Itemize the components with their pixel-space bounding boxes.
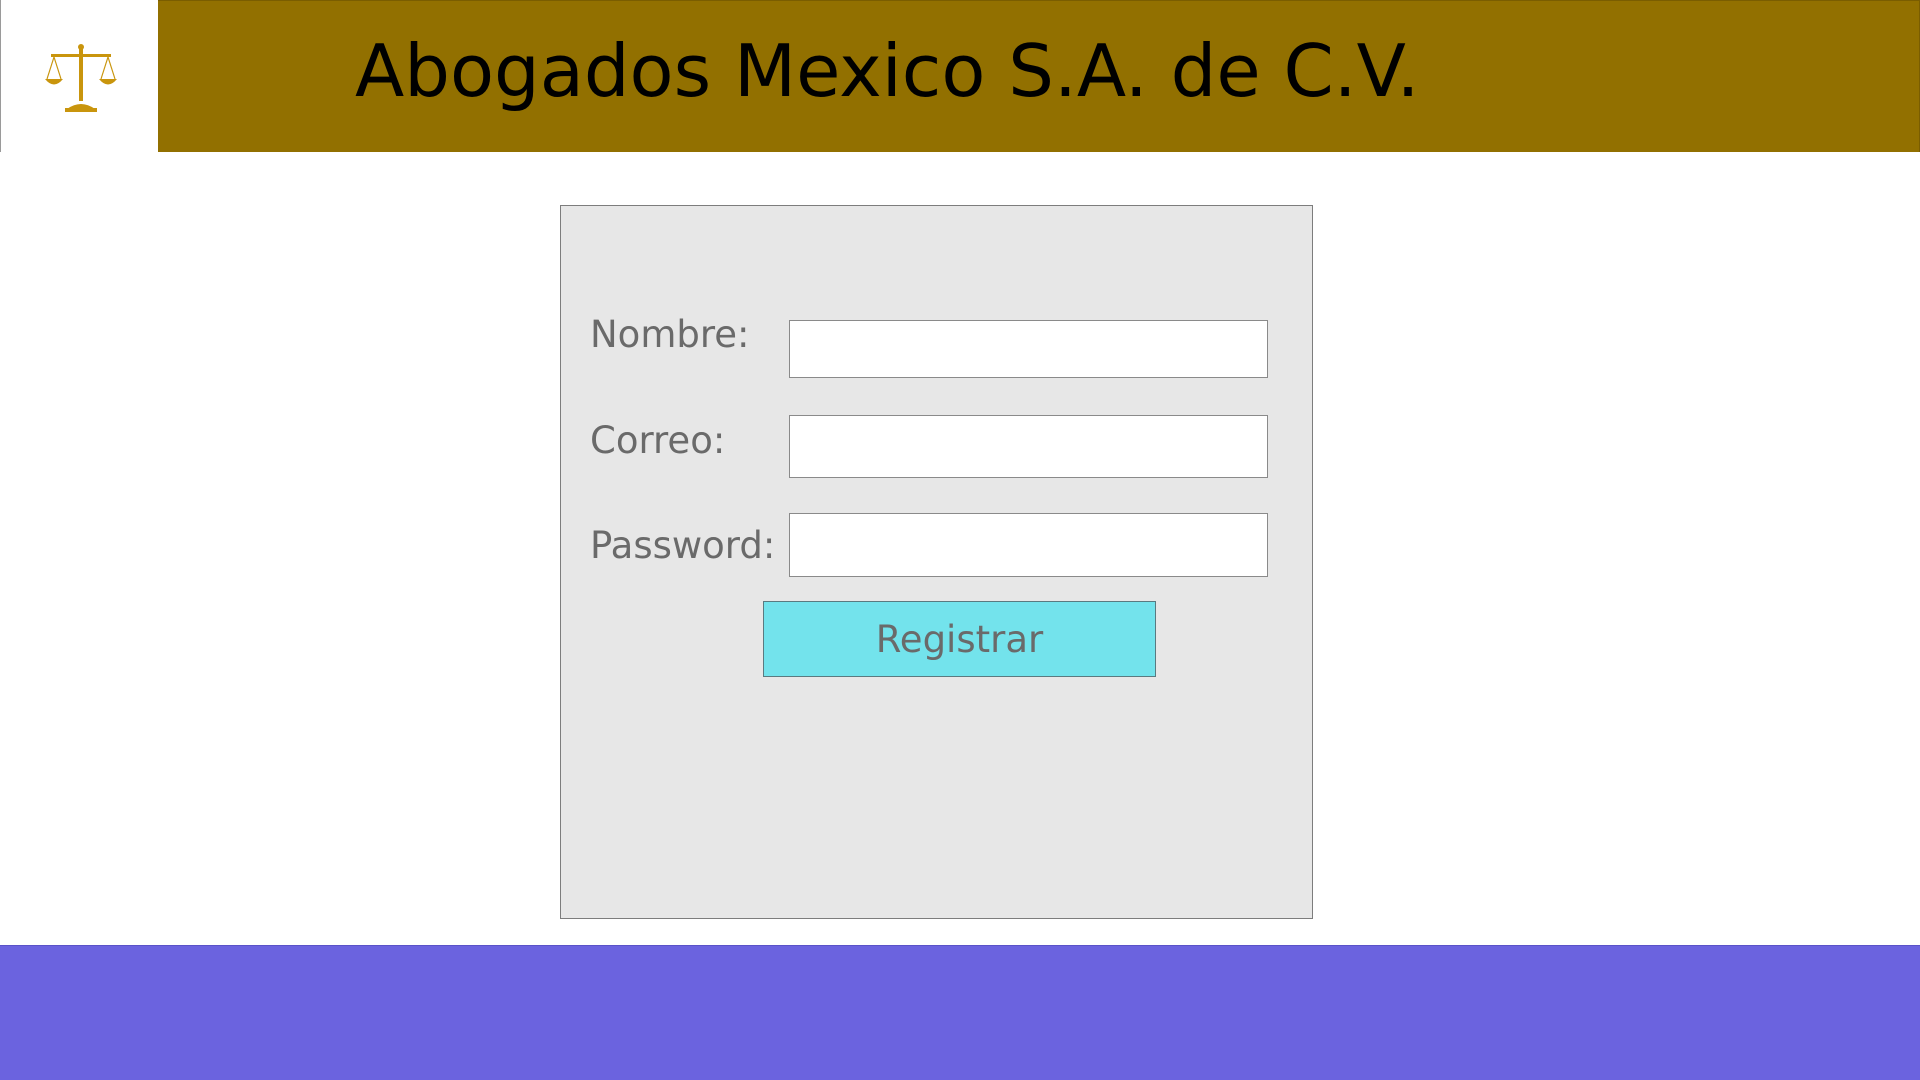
scales-of-justice-icon: [45, 44, 117, 112]
password-label: Password:: [590, 524, 776, 567]
correo-input[interactable]: [789, 415, 1268, 478]
nombre-input[interactable]: [789, 320, 1268, 378]
page-title: Abogados Mexico S.A. de C.V.: [355, 29, 1420, 113]
footer-bar: [0, 945, 1920, 1080]
page: Abogados Mexico S.A. de C.V. Nombre: Cor…: [0, 0, 1920, 1080]
password-input[interactable]: [789, 513, 1268, 577]
nombre-label: Nombre:: [590, 313, 750, 356]
registrar-button[interactable]: Registrar: [763, 601, 1156, 677]
logo-container: [0, 0, 157, 152]
registration-form: Nombre: Correo: Password: Registrar: [560, 205, 1313, 919]
correo-label: Correo:: [590, 419, 726, 462]
